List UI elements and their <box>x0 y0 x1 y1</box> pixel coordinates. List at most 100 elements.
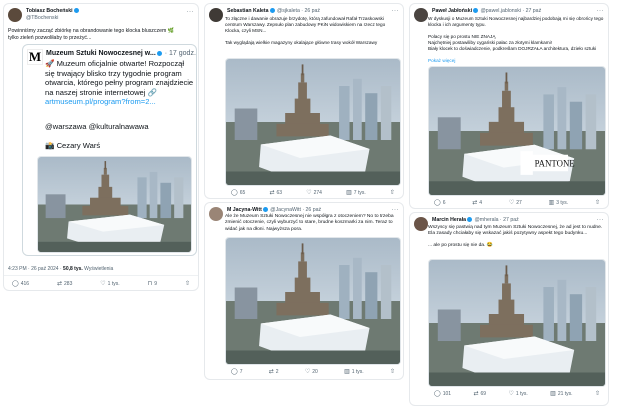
post-text: To złączne i dawanie obrazuje brzydotę, … <box>225 16 386 45</box>
repost-button[interactable]: ⇄ 2 <box>269 369 279 375</box>
post-photo[interactable] <box>428 259 606 387</box>
author-handle[interactable]: @JacynaWitt · 26 paź <box>270 207 321 213</box>
heart-icon: ♡ <box>508 391 514 397</box>
more-icon[interactable]: ··· <box>597 217 605 223</box>
author-handle[interactable]: @sjkaleta · 26 paź <box>277 8 320 14</box>
post-photo[interactable]: PANTONE <box>428 66 606 196</box>
views-button[interactable]: ▥ 21 tys. <box>550 391 572 397</box>
repost-button[interactable]: ⇄ 283 <box>57 281 72 287</box>
avatar[interactable] <box>209 8 223 22</box>
like-count: 20 <box>312 369 318 375</box>
post-photo[interactable] <box>225 237 401 365</box>
avatar[interactable] <box>8 8 22 22</box>
author-handle[interactable]: @pawel.jablonski · 27 paź <box>481 8 542 14</box>
show-more-link[interactable]: Pokaż więcej <box>428 58 455 65</box>
reply-count: 101 <box>442 391 452 397</box>
like-button[interactable]: ♡ 1 tys. <box>508 391 527 397</box>
post-jablonski[interactable]: Paweł Jabłoński @pawel.jablonski · 27 pa… <box>409 3 609 209</box>
post-herala[interactable]: Marcin Herała @mherala · 27 paź ··· Wszy… <box>409 212 609 406</box>
author-name[interactable]: Paweł Jabłoński <box>432 8 472 14</box>
repost-icon: ⇄ <box>472 200 478 206</box>
author-name[interactable]: Marcin Herała <box>432 217 466 223</box>
verified-icon <box>262 207 268 212</box>
reply-button[interactable]: ◯ 7 <box>231 369 243 375</box>
share-button[interactable]: ⇧ <box>595 200 600 206</box>
bookmark-icon: ⊓ <box>147 281 153 287</box>
avatar[interactable] <box>209 207 223 221</box>
author-handle[interactable]: @TBochenski <box>26 15 58 21</box>
quote-text: 🚀 Muzeum oficjalnie otwarte! Rozpoczął s… <box>45 59 194 97</box>
repost-count: 69 <box>480 391 487 397</box>
avatar[interactable] <box>414 8 428 22</box>
reply-count: 6 <box>442 200 446 206</box>
more-icon[interactable]: ··· <box>187 9 195 15</box>
reply-icon: ◯ <box>231 369 238 375</box>
quote-mentions[interactable]: @warszawa @kulturalnawawa <box>45 122 195 132</box>
share-icon: ⇧ <box>594 200 600 206</box>
reply-button[interactable]: ◯ 101 <box>434 391 451 397</box>
quoted-post[interactable]: M Muzeum Sztuki Nowoczesnej w... · 17 go… <box>22 44 197 256</box>
like-button[interactable]: ♡ 27 <box>509 200 522 206</box>
views-icon: ▥ <box>346 190 352 196</box>
share-button[interactable]: ⇧ <box>595 391 600 397</box>
author-name[interactable]: M Jacyna-Witt <box>227 207 262 213</box>
reply-count: 416 <box>20 281 30 287</box>
verified-icon <box>73 8 79 13</box>
views-icon: ▥ <box>550 391 556 397</box>
post-tobiasz[interactable]: Tobiasz Bocheński @TBochenski ··· Powinn… <box>3 3 199 291</box>
post-time[interactable]: 4:23 PM · 26 paź 2024 · <box>8 266 63 272</box>
like-count: 274 <box>313 190 322 196</box>
quote-time[interactable]: · 17 godz. <box>165 50 196 57</box>
like-button[interactable]: ♡ 274 <box>306 190 322 196</box>
reply-button[interactable]: ◯ 6 <box>434 200 446 206</box>
quote-credit: 📸 Cezary Warś <box>45 141 101 150</box>
like-button[interactable]: ♡ 20 <box>305 369 318 375</box>
share-button[interactable]: ⇧ <box>390 190 395 196</box>
reply-icon: ◯ <box>12 281 19 287</box>
repost-icon: ⇄ <box>56 281 63 287</box>
views-count: 1 tys. <box>351 369 364 375</box>
author-handle[interactable]: @mherala · 27 paź <box>474 217 518 223</box>
post-text: W dyskusji o Muzeum Sztuki Nowoczesnej n… <box>428 16 604 51</box>
share-icon: ⇧ <box>594 391 600 397</box>
like-button[interactable]: ♡ 1 tys. <box>100 281 119 287</box>
reply-icon: ◯ <box>434 200 441 206</box>
quote-author[interactable]: Muzeum Sztuki Nowoczesnej w... <box>46 50 156 57</box>
avatar[interactable] <box>414 217 428 231</box>
bookmark-button[interactable]: ⊓ 9 <box>148 281 157 287</box>
verified-icon <box>156 51 162 56</box>
quote-photo[interactable] <box>37 156 192 253</box>
heart-icon: ♡ <box>306 190 312 196</box>
views-count: 50,8 tys. <box>63 266 83 272</box>
views-button[interactable]: ▥ 7 tys. <box>346 190 366 196</box>
reply-icon: ◯ <box>231 190 238 196</box>
repost-icon: ⇄ <box>473 391 479 397</box>
views-count: 21 tys. <box>557 391 573 397</box>
repost-icon: ⇄ <box>268 369 274 375</box>
like-count: 1 tys. <box>515 391 528 397</box>
repost-count: 63 <box>276 190 283 196</box>
reply-button[interactable]: ◯ 65 <box>231 190 245 196</box>
verified-icon <box>467 217 473 222</box>
more-icon[interactable]: ··· <box>597 8 605 14</box>
post-photo[interactable] <box>225 58 401 186</box>
repost-button[interactable]: ⇄ 69 <box>473 391 486 397</box>
reply-button[interactable]: ◯ 416 <box>12 281 29 287</box>
views-label: Wyświetlenia <box>82 266 114 272</box>
share-button[interactable]: ⇧ <box>185 281 190 287</box>
post-jacyna-witt[interactable]: M Jacyna-Witt @JacynaWitt · 26 paź ··· A… <box>204 202 404 380</box>
post-kaleta[interactable]: Sebastian Kaleta @sjkaleta · 26 paź ··· … <box>204 3 404 199</box>
views-count: 3 tys. <box>556 200 569 206</box>
repost-button[interactable]: ⇄ 4 <box>472 200 482 206</box>
repost-button[interactable]: ⇄ 63 <box>269 190 282 196</box>
museum-logo-icon: M <box>27 49 43 65</box>
quote-link[interactable]: artmuseum.pl/program?from=2... <box>45 97 156 106</box>
author-name[interactable]: Tobiasz Bocheński <box>26 8 73 14</box>
views-count: 7 tys. <box>353 190 366 196</box>
views-button[interactable]: ▥ 1 tys. <box>344 369 364 375</box>
more-icon[interactable]: ··· <box>392 207 400 213</box>
more-icon[interactable]: ··· <box>392 8 400 14</box>
author-name[interactable]: Sebastian Kaleta <box>227 8 269 14</box>
views-button[interactable]: ▥ 3 tys. <box>549 200 569 206</box>
share-button[interactable]: ⇧ <box>390 369 395 375</box>
